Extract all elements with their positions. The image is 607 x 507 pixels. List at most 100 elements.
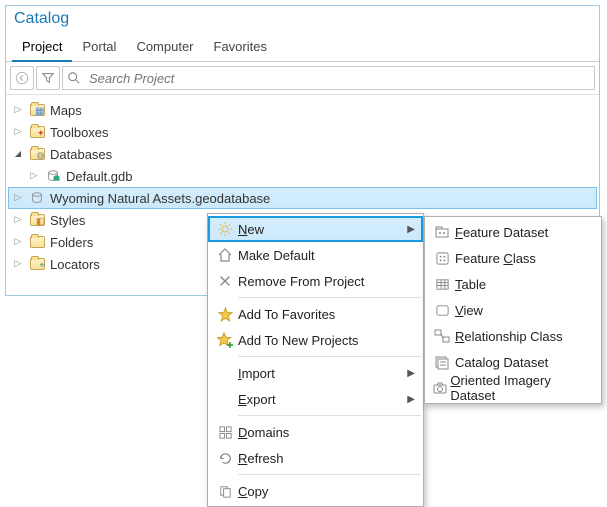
- catalog-dataset-icon: [429, 351, 455, 373]
- menu-item-import[interactable]: Import ▶: [208, 360, 423, 386]
- submenu-item-oriented-imagery[interactable]: Oriented Imagery Dataset: [425, 375, 601, 401]
- menu-item-label: Refresh: [238, 451, 284, 466]
- menu-separator: [238, 474, 421, 475]
- menu-item-make-default[interactable]: Make Default: [208, 242, 423, 268]
- new-icon: [212, 218, 238, 240]
- menu-item-add-favorites[interactable]: Add To Favorites: [208, 301, 423, 327]
- expander-icon[interactable]: [12, 214, 24, 226]
- expander-icon[interactable]: [12, 148, 24, 160]
- expander-icon[interactable]: [12, 236, 24, 248]
- submenu-item-catalog-dataset[interactable]: Catalog Dataset: [425, 349, 601, 375]
- submenu-item-table[interactable]: Table: [425, 271, 601, 297]
- tree-node-databases[interactable]: ◍ Databases: [8, 143, 597, 165]
- domains-icon: [212, 421, 238, 443]
- styles-folder-icon: ◧: [28, 212, 46, 228]
- blank-icon: [212, 388, 238, 410]
- submenu-item-relationship-class[interactable]: Relationship Class: [425, 323, 601, 349]
- menu-item-label: Catalog Dataset: [455, 355, 548, 370]
- menu-item-add-new-projects[interactable]: Add To New Projects: [208, 327, 423, 353]
- tree-node-label: Locators: [50, 257, 100, 272]
- tab-portal[interactable]: Portal: [72, 35, 126, 62]
- maps-folder-icon: ▦: [28, 102, 46, 118]
- menu-item-new[interactable]: New ▶: [208, 216, 423, 242]
- panel-title: Catalog: [14, 10, 69, 27]
- menu-item-remove[interactable]: Remove From Project: [208, 268, 423, 294]
- panel-titlebar: Catalog: [6, 6, 599, 34]
- filter-button[interactable]: [36, 66, 60, 90]
- submenu-item-view[interactable]: View: [425, 297, 601, 323]
- menu-item-label: Domains: [238, 425, 289, 440]
- filter-icon: [41, 71, 55, 85]
- menu-item-refresh[interactable]: Refresh: [208, 445, 423, 471]
- menu-item-label: Import: [238, 366, 275, 381]
- menu-separator: [238, 415, 421, 416]
- menu-item-label: Export: [238, 392, 276, 407]
- back-button[interactable]: [10, 66, 34, 90]
- menu-separator: [238, 297, 421, 298]
- menu-item-copy[interactable]: Copy: [208, 478, 423, 504]
- copy-icon: [212, 480, 238, 502]
- expander-icon[interactable]: [28, 170, 40, 182]
- menu-item-label: Copy: [238, 484, 268, 499]
- home-geodatabase-icon: [44, 168, 62, 184]
- geodatabase-icon: [28, 190, 46, 206]
- toolboxes-folder-icon: ✦: [28, 124, 46, 140]
- tree-node-wyoming-gdb[interactable]: Wyoming Natural Assets.geodatabase: [8, 187, 597, 209]
- home-icon: [212, 244, 238, 266]
- tab-strip: Project Portal Computer Favorites: [6, 34, 599, 62]
- menu-item-label: Relationship Class: [455, 329, 563, 344]
- tree-node-label: Wyoming Natural Assets.geodatabase: [50, 191, 270, 206]
- star-icon: [212, 303, 238, 325]
- tree-node-label: Maps: [50, 103, 82, 118]
- search-icon: [63, 71, 85, 85]
- menu-item-label: New: [238, 222, 264, 237]
- tab-computer[interactable]: Computer: [126, 35, 203, 62]
- menu-item-label: Add To Favorites: [238, 307, 335, 322]
- search-input[interactable]: [85, 71, 594, 86]
- menu-item-label: Remove From Project: [238, 274, 364, 289]
- tab-favorites[interactable]: Favorites: [204, 35, 277, 62]
- tree-node-label: Folders: [50, 235, 93, 250]
- menu-item-label: Feature Dataset: [455, 225, 548, 240]
- menu-item-label: Feature Class: [455, 251, 536, 266]
- menu-separator: [238, 356, 421, 357]
- submenu-arrow-icon: ▶: [407, 368, 415, 379]
- tab-project[interactable]: Project: [12, 35, 72, 62]
- expander-icon[interactable]: [12, 126, 24, 138]
- submenu-item-feature-class[interactable]: Feature Class: [425, 245, 601, 271]
- folders-folder-icon: [28, 234, 46, 250]
- submenu-arrow-icon: ▶: [407, 394, 415, 405]
- feature-class-icon: [429, 247, 455, 269]
- refresh-icon: [212, 447, 238, 469]
- remove-icon: [212, 270, 238, 292]
- submenu-arrow-icon: ▶: [407, 224, 415, 235]
- expander-icon[interactable]: [12, 192, 24, 204]
- databases-folder-icon: ◍: [28, 146, 46, 162]
- tree-node-default-gdb[interactable]: Default.gdb: [24, 165, 597, 187]
- star-plus-icon: [212, 329, 238, 351]
- tree-node-label: Databases: [50, 147, 112, 162]
- menu-item-label: Make Default: [238, 248, 315, 263]
- menu-item-label: View: [455, 303, 483, 318]
- submenu-item-feature-dataset[interactable]: Feature Dataset: [425, 219, 601, 245]
- table-icon: [429, 273, 455, 295]
- tree-node-maps[interactable]: ▦ Maps: [8, 99, 597, 121]
- toolbar: [6, 62, 599, 95]
- tree-node-label: Styles: [50, 213, 85, 228]
- oriented-imagery-icon: [429, 377, 450, 399]
- menu-item-label: Oriented Imagery Dataset: [450, 373, 573, 403]
- tree-node-toolboxes[interactable]: ✦ Toolboxes: [8, 121, 597, 143]
- tree-node-label: Default.gdb: [66, 169, 133, 184]
- feature-dataset-icon: [429, 221, 455, 243]
- expander-icon[interactable]: [12, 104, 24, 116]
- menu-item-export[interactable]: Export ▶: [208, 386, 423, 412]
- expander-icon[interactable]: [12, 258, 24, 270]
- menu-item-domains[interactable]: Domains: [208, 419, 423, 445]
- context-submenu-new: Feature Dataset Feature Class Table View…: [424, 216, 602, 404]
- view-icon: [429, 299, 455, 321]
- menu-item-label: Add To New Projects: [238, 333, 358, 348]
- back-arrow-icon: [15, 71, 29, 85]
- context-menu: New ▶ Make Default Remove From Project A…: [207, 213, 424, 507]
- relationship-class-icon: [429, 325, 455, 347]
- locators-folder-icon: ⌖: [28, 256, 46, 272]
